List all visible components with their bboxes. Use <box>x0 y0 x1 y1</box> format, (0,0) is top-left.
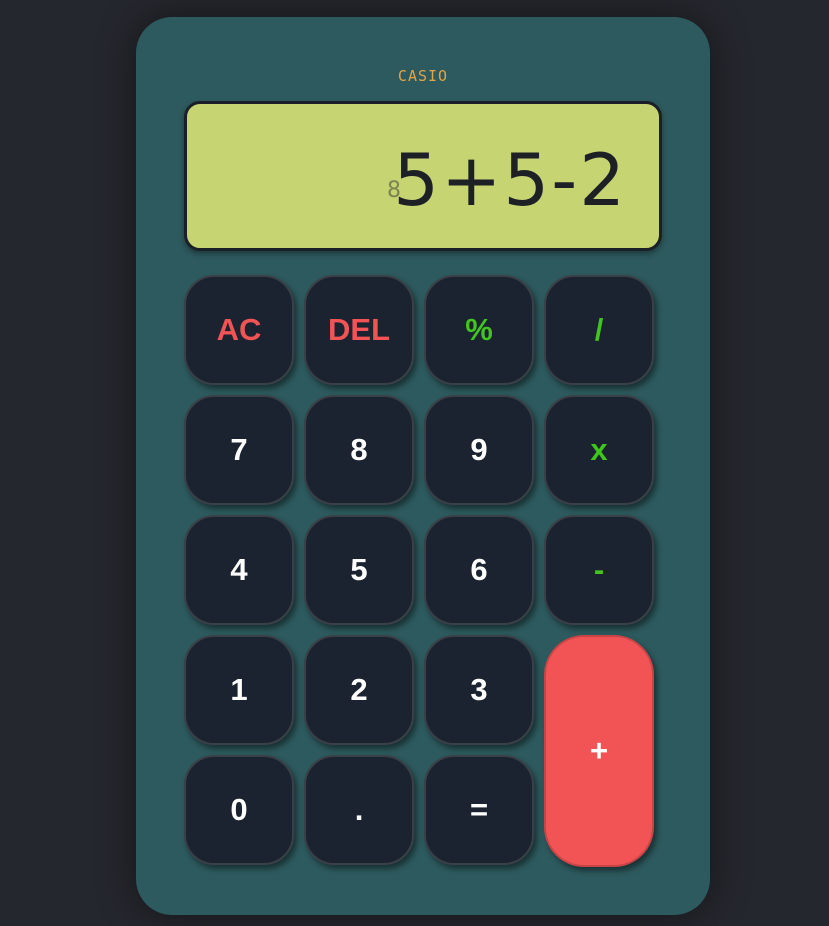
multiply-button[interactable]: x <box>544 395 654 505</box>
equals-button[interactable]: = <box>424 755 534 865</box>
digit-9-button[interactable]: 9 <box>424 395 534 505</box>
calculator-body: CASIO 8 5+5-2 AC DEL % / 7 8 9 x 4 5 6 -… <box>136 17 710 915</box>
delete-button[interactable]: DEL <box>304 275 414 385</box>
digit-8-button[interactable]: 8 <box>304 395 414 505</box>
minus-button[interactable]: - <box>544 515 654 625</box>
percent-button[interactable]: % <box>424 275 534 385</box>
plus-button[interactable]: + <box>544 635 654 867</box>
all-clear-button[interactable]: AC <box>184 275 294 385</box>
calculator-display: 8 5+5-2 <box>184 101 662 251</box>
digit-0-button[interactable]: 0 <box>184 755 294 865</box>
digit-6-button[interactable]: 6 <box>424 515 534 625</box>
decimal-button[interactable]: . <box>304 755 414 865</box>
brand-logo: CASIO <box>397 67 449 85</box>
digit-1-button[interactable]: 1 <box>184 635 294 745</box>
digit-3-button[interactable]: 3 <box>424 635 534 745</box>
digit-5-button[interactable]: 5 <box>304 515 414 625</box>
digit-4-button[interactable]: 4 <box>184 515 294 625</box>
digit-7-button[interactable]: 7 <box>184 395 294 505</box>
divide-button[interactable]: / <box>544 275 654 385</box>
current-expression: 5+5-2 <box>393 138 627 222</box>
digit-2-button[interactable]: 2 <box>304 635 414 745</box>
